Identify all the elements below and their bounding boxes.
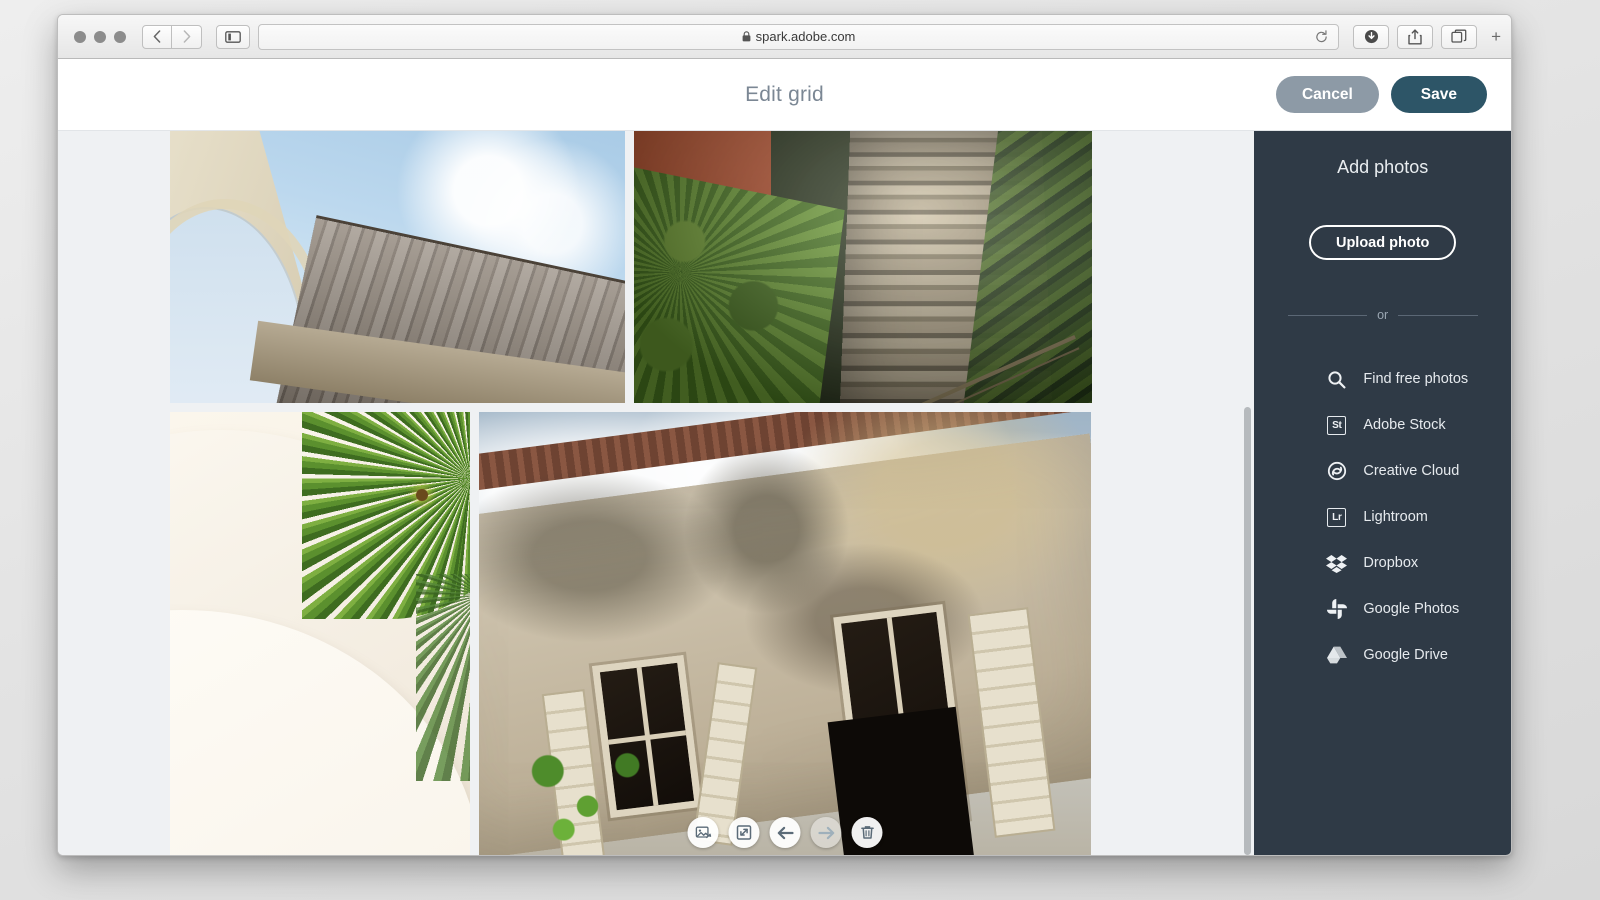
url-field[interactable]: spark.adobe.com (258, 23, 1340, 50)
delete-image-button[interactable] (851, 817, 883, 848)
sidebar-title: Add photos (1337, 157, 1429, 177)
source-label: Adobe Stock (1363, 417, 1446, 433)
source-item-lightroom[interactable]: Lr Lightroom (1326, 494, 1511, 540)
source-label: Lightroom (1363, 509, 1428, 525)
photo-tile-arch[interactable] (170, 131, 625, 403)
app-body: Add photos Upload photo or Find free pho… (58, 131, 1511, 855)
adobe-stock-icon: St (1326, 415, 1347, 436)
source-item-creative-cloud[interactable]: Creative Cloud (1326, 448, 1511, 494)
source-label: Google Photos (1363, 601, 1460, 617)
browser-window: spark.adobe.com + Edit grid Cancel Save … (57, 14, 1512, 856)
grid-canvas[interactable] (58, 131, 1255, 855)
grid-row (170, 131, 1142, 403)
source-item-google-photos[interactable]: Google Photos (1326, 586, 1511, 632)
source-label: Creative Cloud (1363, 463, 1460, 479)
new-tab-button[interactable]: + (1491, 27, 1501, 47)
lightroom-badge: Lr (1327, 507, 1347, 527)
maximize-window-button[interactable] (114, 30, 126, 43)
lightroom-icon: Lr (1326, 507, 1347, 528)
url-host: spark.adobe.com (755, 29, 856, 44)
or-divider: or (1287, 308, 1478, 322)
photo-tile-house-selected[interactable] (479, 412, 1091, 855)
image-toolbar[interactable] (687, 817, 883, 848)
resize-image-button[interactable] (728, 817, 760, 848)
cancel-button[interactable]: Cancel (1275, 76, 1379, 113)
toolbar-right-buttons[interactable]: + (1353, 24, 1501, 49)
downloads-icon[interactable] (1353, 24, 1390, 49)
source-item-google-drive[interactable]: Google Drive (1326, 632, 1511, 678)
add-photos-sidebar: Add photos Upload photo or Find free pho… (1254, 131, 1511, 855)
sidebar-toggle-button[interactable] (216, 24, 250, 49)
divider-rule-left (1287, 314, 1368, 316)
photo-tile-stairs[interactable] (634, 131, 1092, 403)
replace-image-button[interactable] (687, 817, 719, 848)
navigation-buttons[interactable] (142, 24, 202, 49)
source-item-find-free-photos[interactable]: Find free photos (1326, 356, 1511, 402)
photo-arch-image (170, 131, 625, 403)
address-bar-area: spark.adobe.com (258, 23, 1340, 50)
move-right-button[interactable] (810, 817, 842, 848)
creative-cloud-icon (1326, 461, 1347, 482)
reload-icon[interactable] (1315, 29, 1328, 44)
photo-source-list: Find free photos St Adobe Stock Creative… (1254, 356, 1511, 678)
grid-row (170, 412, 1142, 855)
page-title: Edit grid (745, 82, 824, 106)
photo-stairs-image (634, 131, 1092, 403)
desktop-background: spark.adobe.com + Edit grid Cancel Save … (0, 0, 1600, 900)
url-text-group: spark.adobe.com (742, 29, 856, 44)
header-actions: Cancel Save (1275, 76, 1487, 113)
tab-overview-icon[interactable] (1441, 24, 1478, 49)
upload-photo-button[interactable]: Upload photo (1308, 225, 1457, 260)
divider-rule-right (1398, 314, 1478, 316)
adobe-stock-badge: St (1327, 415, 1347, 435)
photo-tile-palm[interactable] (170, 412, 470, 855)
search-icon (1326, 369, 1347, 390)
source-item-dropbox[interactable]: Dropbox (1326, 540, 1511, 586)
window-controls[interactable] (74, 30, 126, 43)
canvas-scrollbar[interactable] (1244, 407, 1252, 855)
source-label: Find free photos (1363, 371, 1469, 387)
photo-house-image (479, 412, 1091, 855)
minimize-window-button[interactable] (94, 30, 106, 43)
lock-icon (742, 31, 751, 42)
back-button[interactable] (142, 24, 172, 49)
source-item-adobe-stock[interactable]: St Adobe Stock (1326, 402, 1511, 448)
close-window-button[interactable] (74, 30, 86, 43)
google-photos-icon (1326, 599, 1347, 620)
app-header: Edit grid Cancel Save (58, 59, 1511, 131)
google-drive-icon (1326, 645, 1347, 666)
divider-label: or (1377, 308, 1389, 322)
move-left-button[interactable] (769, 817, 801, 848)
photo-palm-image (170, 412, 470, 855)
dropbox-icon (1326, 553, 1348, 574)
forward-button[interactable] (172, 24, 202, 49)
share-icon[interactable] (1397, 24, 1434, 49)
source-label: Google Drive (1363, 647, 1448, 663)
photo-grid (58, 131, 1254, 855)
browser-toolbar: spark.adobe.com + (58, 15, 1511, 59)
save-button[interactable]: Save (1390, 76, 1487, 113)
source-label: Dropbox (1363, 555, 1419, 571)
